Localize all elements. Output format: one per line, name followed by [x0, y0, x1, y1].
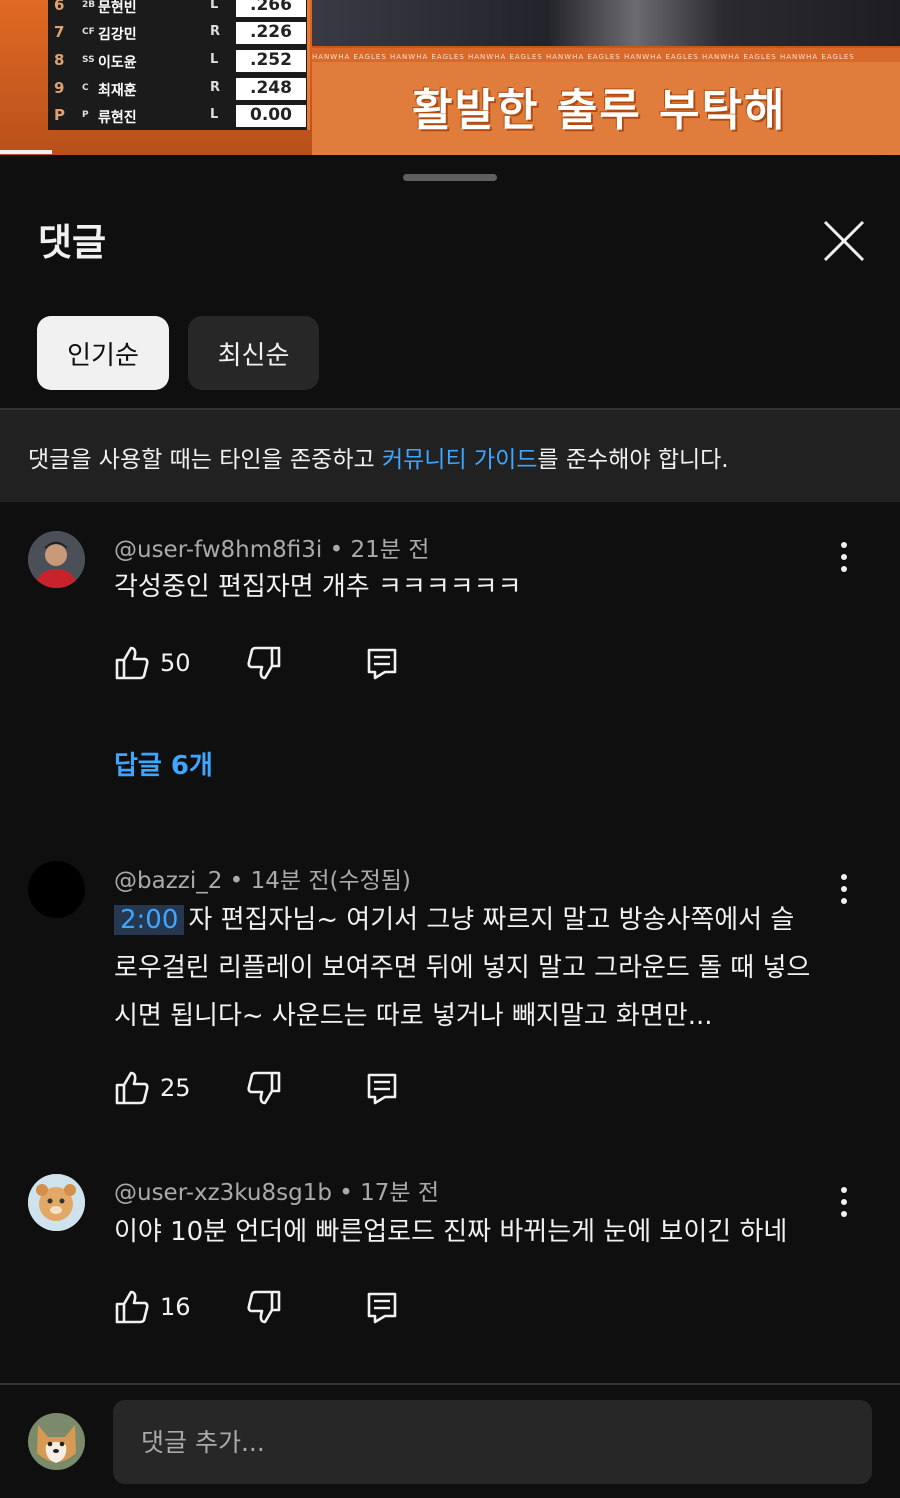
guide-text: 댓글을 사용할 때는 타인을 존중하고 커뮤니티 가이드를 준수해야 합니다.	[28, 440, 729, 474]
lineup-name: 이도윤	[98, 55, 137, 71]
timestamp-link[interactable]: 2:00	[114, 905, 185, 935]
like-count: 16	[160, 1293, 191, 1321]
comment-menu-button[interactable]	[834, 871, 854, 907]
banner-text: 활발한 출루 부탁해	[412, 85, 787, 136]
lineup-order: 9	[54, 79, 65, 97]
lineup-hand: L	[210, 0, 219, 12]
avatar-image	[28, 1174, 85, 1231]
lineup-pos: P	[82, 110, 89, 120]
replies-button[interactable]: 답글 6개	[114, 745, 213, 782]
banner: 활발한 출루 부탁해	[312, 62, 900, 155]
thumbs-down-icon[interactable]	[246, 1070, 282, 1106]
close-button[interactable]	[818, 215, 870, 267]
comment-time: 21분 전	[350, 537, 430, 563]
comment-text-body: 자 편집자님~ 여기서 그냥 짜르지 말고 방송사쪽에서 슬로우걸린 리플레이 …	[114, 905, 811, 1031]
comments-sheet: 댓글 인기순 최신순 댓글을 사용할 때는 타인을 존중하고 커뮤니티 가이드를…	[0, 155, 900, 1498]
lineup-avg: .252	[236, 50, 306, 72]
current-user-avatar[interactable]	[28, 1413, 85, 1470]
comment-text: 2:00 자 편집자님~ 여기서 그냥 짜르지 말고 방송사쪽에서 슬로우걸린 리…	[114, 896, 814, 1040]
guide-text-before: 댓글을 사용할 때는 타인을 존중하고	[28, 447, 382, 473]
lineup-order: P	[54, 106, 65, 124]
reply-icon[interactable]	[364, 645, 400, 681]
comment-author[interactable]: @user-fw8hm8fi3i	[114, 537, 322, 563]
video-frame-image	[312, 0, 900, 46]
avatar[interactable]	[28, 861, 85, 918]
like-count: 50	[160, 649, 191, 677]
comment-meta: @user-fw8hm8fi3i • 21분 전	[114, 537, 430, 563]
lineup-avg: .266	[236, 0, 306, 17]
comment-actions: 25	[114, 1070, 414, 1110]
add-comment-input[interactable]	[113, 1400, 872, 1484]
comment-author[interactable]: @bazzi_2	[114, 868, 222, 894]
community-guide-notice: 댓글을 사용할 때는 타인을 존중하고 커뮤니티 가이드를 준수해야 합니다.	[0, 410, 900, 502]
thumbs-up-icon[interactable]	[114, 1070, 150, 1106]
reply-icon[interactable]	[364, 1070, 400, 1106]
comment-menu-button[interactable]	[834, 1184, 854, 1220]
comment-author[interactable]: @user-xz3ku8sg1b	[114, 1180, 332, 1206]
comment-text: 각성중인 편집자면 개추 ㅋㅋㅋㅋㅋㅋ	[114, 572, 522, 602]
reply-icon[interactable]	[364, 1289, 400, 1325]
comment-actions: 50	[114, 645, 414, 685]
comment-meta: @user-xz3ku8sg1b • 17분 전	[114, 1180, 440, 1206]
lineup-hand: R	[210, 80, 221, 95]
lineup-hand: R	[210, 24, 221, 39]
close-icon	[823, 220, 865, 262]
lineup-name: 문현빈	[98, 0, 137, 16]
avatar[interactable]	[28, 1174, 85, 1231]
lineup-row: 6 2B 문현빈 L .266	[48, 0, 310, 18]
like-count: 25	[160, 1074, 191, 1102]
video-progress-bar[interactable]	[0, 150, 52, 154]
lineup-row: 7 CF 김강민 R .226	[48, 21, 310, 45]
drag-handle[interactable]	[403, 174, 497, 181]
lineup-name: 류현진	[98, 110, 137, 126]
thumbs-down-icon[interactable]	[246, 1289, 282, 1325]
lineup-pos: SS	[82, 55, 95, 65]
lineup-name: 최재훈	[98, 83, 137, 99]
comment-meta: @bazzi_2 • 14분 전(수정됨)	[114, 868, 411, 894]
lineup-order: 7	[54, 23, 65, 41]
avatar-image	[28, 531, 85, 588]
comment-actions: 16	[114, 1289, 414, 1329]
lineup-avg: .248	[236, 78, 306, 100]
sort-chip-newest[interactable]: 최신순	[188, 316, 319, 390]
lineup-row: P P 류현진 L 0.00	[48, 104, 310, 128]
avatar[interactable]	[28, 531, 85, 588]
lineup-row: 8 SS 이도윤 L .252	[48, 49, 310, 73]
lineup-avg: 0.00	[236, 105, 306, 127]
comment-time: 14분 전(수정됨)	[250, 868, 411, 894]
lineup-order: 6	[54, 0, 65, 14]
sheet-title: 댓글	[38, 221, 107, 264]
lineup-hand: L	[210, 107, 219, 122]
lineup-board: 6 2B 문현빈 L .266 7 CF 김강민 R .226 8 SS 이도윤…	[48, 0, 310, 130]
sort-chip-top[interactable]: 인기순	[37, 316, 169, 390]
community-guidelines-link[interactable]: 커뮤니티 가이드	[382, 447, 537, 473]
lineup-row: 9 C 최재훈 R .248	[48, 77, 310, 101]
lineup-avg: .226	[236, 22, 306, 44]
thumbs-up-icon[interactable]	[114, 1289, 150, 1325]
thumbs-up-icon[interactable]	[114, 645, 150, 681]
lineup-order: 8	[54, 51, 65, 69]
video-player[interactable]: 6 2B 문현빈 L .266 7 CF 김강민 R .226 8 SS 이도윤…	[0, 0, 900, 155]
lineup-pos: CF	[82, 27, 95, 37]
thumbs-down-icon[interactable]	[246, 645, 282, 681]
lineup-pos: C	[82, 83, 89, 93]
divider	[0, 1383, 900, 1385]
lineup-hand: L	[210, 52, 219, 67]
comment-text: 이야 10분 언더에 빠른업로드 진짜 바뀌는게 눈에 보이긴 하네	[114, 1217, 788, 1247]
lineup-name: 김강민	[98, 27, 137, 43]
lineup-pos: 2B	[82, 0, 96, 10]
guide-text-after: 를 준수해야 합니다.	[537, 447, 729, 473]
avatar-image	[28, 1413, 85, 1470]
comment-time: 17분 전	[360, 1180, 440, 1206]
comment-menu-button[interactable]	[834, 539, 854, 575]
